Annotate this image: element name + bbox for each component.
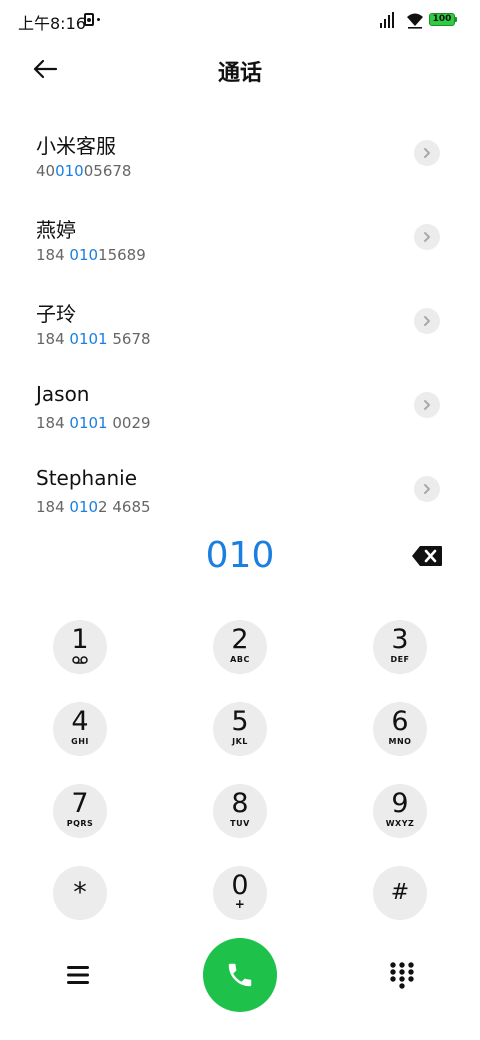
notification-dot-icon <box>97 18 100 21</box>
contact-row[interactable]: 子玲 184 0101 5678 <box>0 292 480 376</box>
chevron-right-icon <box>424 400 430 410</box>
contact-row[interactable]: Stephanie 184 0102 4685 <box>0 460 480 544</box>
chevron-right-icon <box>424 484 430 494</box>
contact-number: 184 01015689 <box>36 246 146 264</box>
key-1[interactable]: 1 <box>53 620 107 674</box>
page-title: 通话 <box>217 61 262 86</box>
status-bar: 上午8:16 100 <box>0 0 480 40</box>
signal-icon <box>380 12 394 28</box>
contact-number: 184 0101 0029 <box>36 414 151 432</box>
call-button[interactable] <box>203 938 277 1012</box>
key-star[interactable]: * <box>53 866 107 920</box>
dialpad-toggle-button[interactable] <box>388 961 416 991</box>
key-0[interactable]: 0 + <box>213 866 267 920</box>
contact-name: 燕婷 <box>36 218 76 242</box>
contact-name: Jason <box>36 382 90 406</box>
contact-row[interactable]: Jason 184 0101 0029 <box>0 376 480 460</box>
dialed-number-display[interactable]: 010 <box>0 535 480 576</box>
contact-detail-button[interactable] <box>414 392 440 418</box>
key-5[interactable]: 5 JKL <box>213 702 267 756</box>
chevron-right-icon <box>424 316 430 326</box>
backspace-icon <box>412 546 442 566</box>
chevron-right-icon <box>424 232 430 242</box>
menu-button[interactable] <box>64 962 92 988</box>
contact-name: 小米客服 <box>36 134 116 158</box>
contact-row[interactable]: 燕婷 184 01015689 <box>0 208 480 292</box>
battery-icon: 100 <box>429 13 457 26</box>
delete-button[interactable] <box>411 545 443 567</box>
contact-suggestion-list: 小米客服 4001005678 燕婷 184 01015689 子玲 184 0… <box>0 124 480 544</box>
key-8[interactable]: 8 TUV <box>213 784 267 838</box>
contact-detail-button[interactable] <box>414 224 440 250</box>
contact-detail-button[interactable] <box>414 140 440 166</box>
dialpad-icon <box>390 962 414 989</box>
contact-detail-button[interactable] <box>414 308 440 334</box>
phone-icon <box>228 963 252 987</box>
notification-icon <box>84 13 94 26</box>
hamburger-menu-icon <box>67 966 89 984</box>
key-9[interactable]: 9 WXYZ <box>373 784 427 838</box>
contact-detail-button[interactable] <box>414 476 440 502</box>
contact-row[interactable]: 小米客服 4001005678 <box>0 124 480 208</box>
key-hash[interactable]: # <box>373 866 427 920</box>
chevron-right-icon <box>424 148 430 158</box>
contact-number: 184 0102 4685 <box>36 498 151 516</box>
voicemail-icon <box>72 656 88 664</box>
key-3[interactable]: 3 DEF <box>373 620 427 674</box>
dialer-screen: 上午8:16 100 通话 小米客服 4001005678 燕婷 184 010… <box>0 0 480 1040</box>
status-time: 上午8:16 <box>18 14 86 33</box>
key-4[interactable]: 4 GHI <box>53 702 107 756</box>
key-7[interactable]: 7 PQRS <box>53 784 107 838</box>
key-2[interactable]: 2 ABC <box>213 620 267 674</box>
contact-number: 4001005678 <box>36 162 132 180</box>
contact-name: Stephanie <box>36 466 138 490</box>
key-6[interactable]: 6 MNO <box>373 702 427 756</box>
contact-name: 子玲 <box>36 302 76 326</box>
contact-number: 184 0101 5678 <box>36 330 151 348</box>
wifi-icon <box>407 13 423 29</box>
